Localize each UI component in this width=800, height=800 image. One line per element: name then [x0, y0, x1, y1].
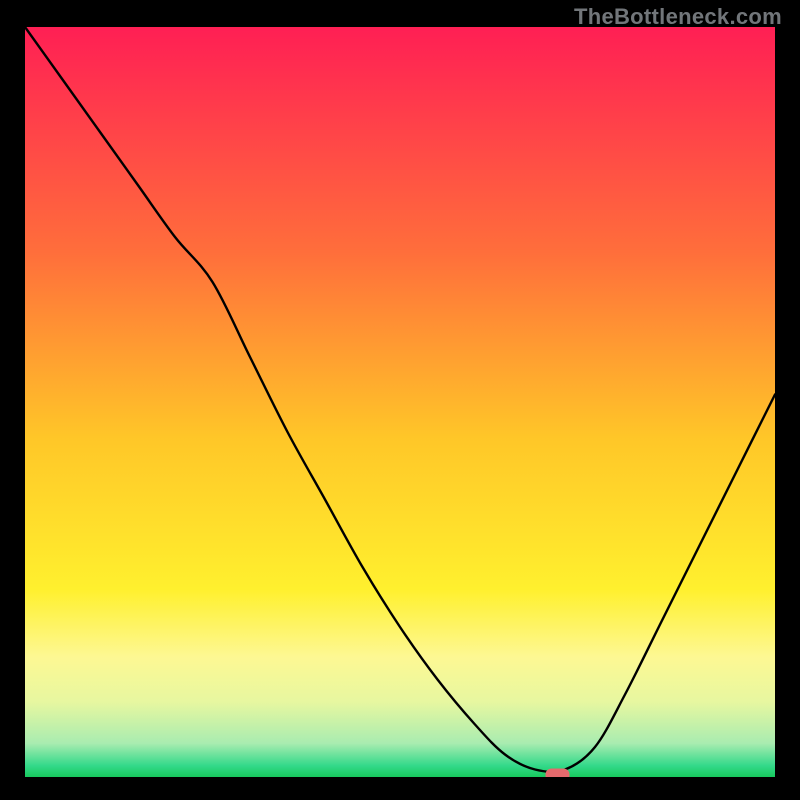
optimal-marker: [546, 769, 570, 778]
plot-area: [25, 27, 775, 777]
chart-frame: TheBottleneck.com: [0, 0, 800, 800]
chart-svg: [25, 27, 775, 777]
gradient-background: [25, 27, 775, 777]
